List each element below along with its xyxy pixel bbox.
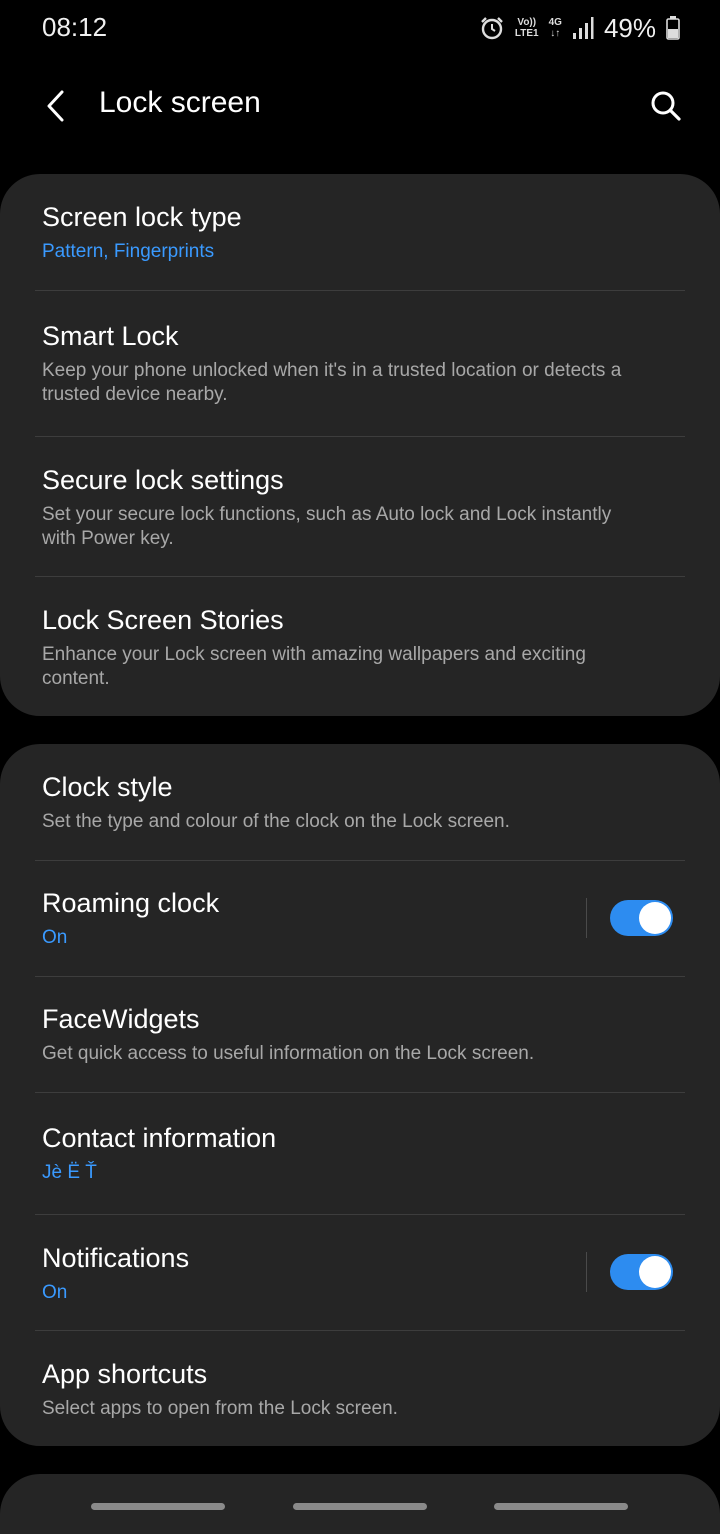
smart-lock-item[interactable]: Smart Lock Keep your phone unlocked when…	[0, 291, 720, 436]
vertical-separator	[586, 1252, 587, 1292]
volte-icon: Vo)) LTE1	[514, 17, 539, 39]
roaming-clock-toggle[interactable]	[610, 900, 673, 936]
item-title: Notifications	[42, 1243, 190, 1273]
vertical-separator	[586, 898, 587, 938]
alarm-icon	[479, 15, 505, 41]
item-title: Secure lock settings	[42, 465, 284, 495]
item-subtitle: Set the type and colour of the clock on …	[42, 811, 510, 832]
facewidgets-item[interactable]: FaceWidgets Get quick access to useful i…	[0, 977, 720, 1092]
nav-home-handle[interactable]	[293, 1503, 427, 1510]
toggle-knob	[639, 902, 671, 934]
nav-back-handle[interactable]	[494, 1503, 628, 1510]
appearance-settings-card: Clock style Set the type and colour of t…	[0, 744, 720, 1446]
4g-icon: 4G ↓↑	[548, 17, 562, 39]
status-time: 08:12	[42, 12, 108, 42]
back-button[interactable]	[32, 82, 80, 130]
screen-lock-type-item[interactable]: Screen lock type Pattern, Fingerprints	[0, 174, 720, 290]
item-title: Contact information	[42, 1123, 277, 1153]
toggle-knob	[639, 1256, 671, 1288]
item-subtitle: Keep your phone unlocked when it's in a …	[42, 360, 622, 405]
item-subtitle: On	[42, 1282, 68, 1303]
battery-icon	[666, 16, 680, 40]
item-subtitle: Get quick access to useful information o…	[42, 1043, 535, 1064]
secure-lock-settings-item[interactable]: Secure lock settings Set your secure loc…	[0, 437, 720, 576]
app-shortcuts-item[interactable]: App shortcuts Select apps to open from t…	[0, 1331, 720, 1446]
item-title: App shortcuts	[42, 1359, 208, 1389]
app-bar: Lock screen	[0, 64, 720, 148]
lock-screen-stories-item[interactable]: Lock Screen Stories Enhance your Lock sc…	[0, 577, 720, 716]
security-settings-card: Screen lock type Pattern, Fingerprints S…	[0, 174, 720, 716]
item-title: Screen lock type	[42, 202, 242, 232]
status-bar: 08:12 Vo)) LTE1 4G ↓↑ 49%	[0, 0, 720, 56]
search-icon	[651, 91, 681, 121]
signal-icon	[572, 16, 594, 40]
item-subtitle: On	[42, 927, 68, 948]
battery-percent: 49%	[603, 12, 656, 43]
nav-recents-handle[interactable]	[91, 1503, 225, 1510]
item-subtitle: Jè Ë Ť	[42, 1162, 97, 1183]
clock-style-item[interactable]: Clock style Set the type and colour of t…	[0, 744, 720, 860]
back-arrow-icon	[47, 90, 64, 122]
item-subtitle: Select apps to open from the Lock screen…	[42, 1398, 398, 1419]
notifications-toggle[interactable]	[610, 1254, 673, 1290]
status-icons: Vo)) LTE1 4G ↓↑ 49%	[479, 12, 680, 44]
contact-information-item[interactable]: Contact information Jè Ë Ť	[0, 1093, 720, 1214]
item-title: Smart Lock	[42, 321, 179, 351]
item-title: FaceWidgets	[42, 1004, 200, 1034]
roaming-clock-item[interactable]: Roaming clock On	[0, 861, 720, 976]
item-title: Clock style	[42, 772, 173, 802]
item-title: Roaming clock	[42, 888, 220, 918]
item-subtitle: Set your secure lock functions, such as …	[42, 504, 612, 549]
item-subtitle: Enhance your Lock screen with amazing wa…	[42, 644, 586, 689]
notifications-item[interactable]: Notifications On	[0, 1215, 720, 1330]
item-title: Lock Screen Stories	[42, 605, 284, 635]
search-button[interactable]	[642, 82, 690, 130]
item-subtitle: Pattern, Fingerprints	[42, 241, 215, 262]
page-title: Lock screen	[99, 86, 261, 119]
